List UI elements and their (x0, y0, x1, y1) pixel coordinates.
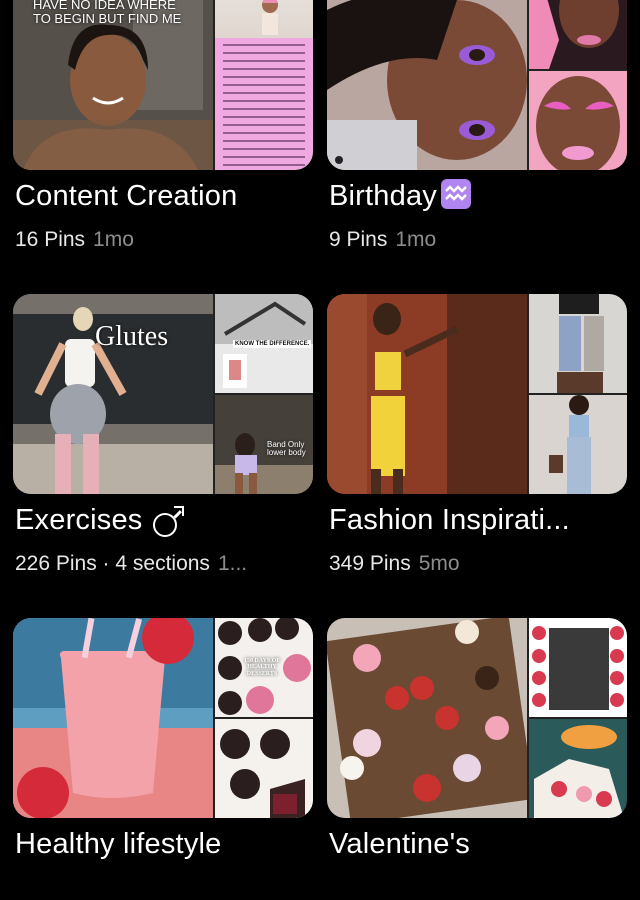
board-meta: 349 Pins 5mo (329, 552, 460, 576)
board-meta: 226 Pins · 4 sections 1... (15, 552, 247, 576)
board-title[interactable]: Healthy lifestyle (15, 828, 222, 861)
board-cover-main-image: Glutes (13, 294, 213, 494)
board-cover-sub-overlay-text-1: KNOW THE DIFFERENCE. (233, 340, 312, 349)
board-cover-main-image (327, 294, 527, 494)
board-title[interactable]: Content Creation (15, 180, 237, 213)
board-updated-time: 5mo (418, 552, 460, 575)
board-cover-collage[interactable] (327, 0, 627, 170)
board-cover-sub-image-1: KNOW THE DIFFERENCE. (215, 294, 313, 393)
board-title[interactable]: Valentine's (329, 828, 470, 861)
board-cover-overlay-text: Glutes (95, 321, 169, 352)
board-meta: 16 Pins 1mo (15, 228, 134, 252)
board-pin-count: 16 Pins (15, 228, 86, 251)
board-cover-main-image (327, 0, 527, 170)
board-updated-time: 1mo (93, 228, 134, 251)
board-cover-sub-image-2: Band Only lower body (215, 395, 313, 494)
board-cover-sub-image-2 (529, 71, 627, 170)
board-cover-collage[interactable]: HAVE NO IDEA WHERE TO BEGIN BUT FIND ME (13, 0, 313, 170)
board-cover-collage[interactable]: 150 DAYS OF HEALTHY DESSERTS (13, 618, 313, 818)
board-cover-overlay-text: HAVE NO IDEA WHERE TO BEGIN BUT FIND ME (33, 0, 182, 26)
board-pin-count: 226 Pins · 4 sections (15, 552, 210, 575)
board-cover-sub-image-1 (529, 294, 627, 393)
board-cover-main-image (327, 618, 527, 818)
board-cover-sub-image-1: 150 DAYS OF HEALTHY DESSERTS (215, 618, 313, 717)
board-cover-main-image: HAVE NO IDEA WHERE TO BEGIN BUT FIND ME (13, 0, 213, 170)
board-updated-time: 1... (217, 552, 248, 575)
board-cover-sub-image-2 (529, 395, 627, 494)
board-meta: 9 Pins 1mo (329, 228, 436, 252)
board-pin-count: 349 Pins (329, 552, 411, 575)
board-title[interactable]: Birthday (329, 179, 471, 213)
board-cover-sub-overlay-text-2: Band Only lower body (267, 440, 306, 458)
board-cover-sub-image-2 (215, 719, 313, 818)
board-cover-collage[interactable] (327, 294, 627, 494)
board-updated-time: 1mo (395, 228, 437, 251)
board-cover-main-image (13, 618, 213, 818)
board-title[interactable]: Fashion Inspirati... (329, 504, 570, 537)
board-cover-sub-image-1 (529, 0, 627, 69)
aquarius-icon (441, 179, 471, 210)
board-meta (15, 876, 23, 900)
board-pin-count: 9 Pins (329, 228, 388, 251)
board-cover-sub-overlay-text: 150 DAYS OF HEALTHY DESSERTS (243, 658, 281, 677)
board-cover-collage[interactable] (327, 618, 627, 818)
board-cover-collage[interactable]: Glutes KNOW THE DIFFERENCE. Band Only lo… (13, 294, 313, 494)
board-cover-sub-image-1 (529, 618, 627, 717)
board-meta (329, 876, 337, 900)
board-cover-sub-image-2 (215, 38, 313, 170)
male-sign-icon (152, 506, 184, 537)
board-cover-sub-image-2 (529, 719, 627, 818)
board-title[interactable]: Exercises (15, 504, 184, 537)
